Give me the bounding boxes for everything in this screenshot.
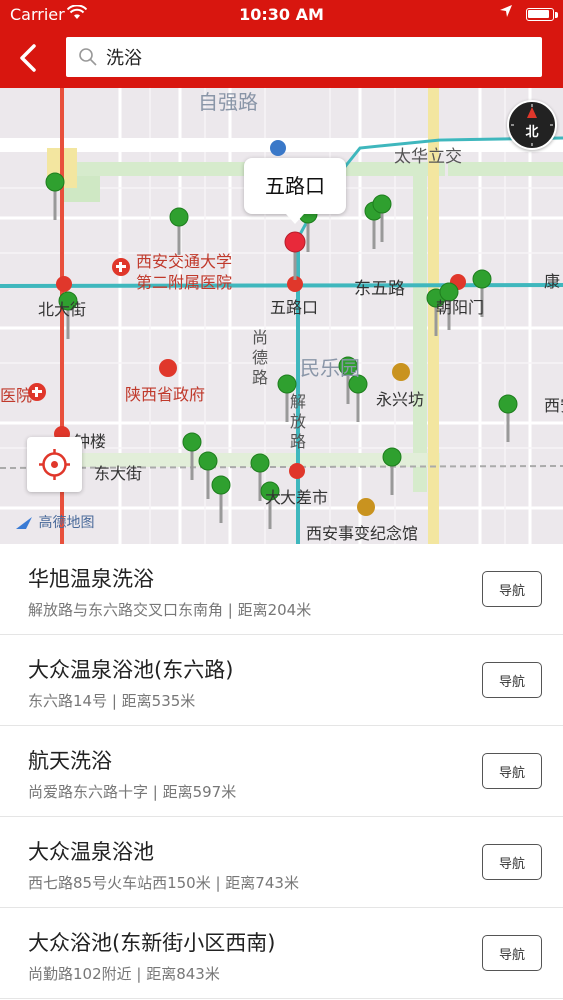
place-detail: 东六路14号 | 距离535米 [28,692,196,710]
navigate-button[interactable]: 导航 [482,571,542,607]
place-name: 大众温泉浴池(东六路) [28,658,234,682]
list-item[interactable]: 大众温泉浴池 西七路85号火车站西150米 | 距离743米 导航 [0,817,563,908]
map-label: 康 [544,272,561,291]
map-label: 民乐园 [300,356,360,380]
pin [198,451,218,499]
place-detail: 西七路85号火车站西150米 | 距离743米 [28,874,299,892]
search-box[interactable] [66,37,542,77]
list-item[interactable]: 大众温泉浴池(东六路) 东六路14号 | 距离535米 导航 [0,635,563,726]
navigate-button[interactable]: 导航 [482,662,542,698]
place-detail: 尚爱路东六路十字 | 距离597米 [28,783,237,801]
pin [211,475,231,523]
map-label: 大 [265,488,282,507]
pin [498,394,518,442]
map-label: 路 [290,432,307,451]
place-name: 大众浴池(东新街小区西南) [28,931,276,955]
locate-me-button[interactable] [27,437,82,492]
list-item[interactable]: 航天洗浴 尚爱路东六路十字 | 距离597米 导航 [0,726,563,817]
map-provider-logo: 高德地图 [14,512,94,532]
map-label: 大差市 [280,488,329,507]
nav-header: Carrier 10:30 AM [0,0,563,88]
map-label: 五路口 [270,298,319,317]
pin [382,447,402,495]
map-label: 西安事变纪念馆 [306,524,419,543]
map-label: 永兴坊 [376,390,425,409]
map-label: 太华立交 [394,147,462,167]
navigate-button[interactable]: 导航 [482,935,542,971]
place-name: 华旭温泉洗浴 [28,567,154,591]
list-item[interactable]: 华旭温泉洗浴 解放路与东六路交叉口东南角 | 距离204米 导航 [0,544,563,635]
amap-logo-icon [16,517,32,529]
map-label: 东大街 [94,464,143,483]
selected-pin [284,231,306,280]
crosshair-icon [39,449,70,480]
status-bar: Carrier 10:30 AM [0,0,563,30]
map-label: 陕西省政府 [125,385,206,404]
map-label: 东五路 [354,279,405,299]
map-provider-name: 高德地图 [38,515,95,531]
place-detail: 尚勤路102附近 | 距离843米 [28,965,220,983]
search-icon [79,48,97,66]
pin [348,374,368,422]
map-label: 路 [252,368,269,387]
compass-button[interactable]: 北 [507,100,557,150]
map-label: 朝阳门 [436,298,485,317]
app-screen: Carrier 10:30 AM 洗浴 自强路 太华立交 西安交通大学 第二附属… [0,0,563,1000]
map-label: 自强路 [198,90,258,114]
navigate-button[interactable]: 导航 [482,844,542,880]
map-label: 西安 [544,396,563,415]
place-detail: 解放路与东六路交叉口东南角 | 距离204米 [28,601,312,619]
back-button[interactable] [8,38,48,78]
chevron-left-icon [20,44,36,72]
search-input[interactable] [106,37,526,77]
place-name: 航天洗浴 [28,749,112,773]
compass-label: 北 [525,125,539,140]
clock: 10:30 AM [239,5,324,24]
results-list: 华旭温泉洗浴 解放路与东六路交叉口东南角 | 距离204米 导航 大众温泉浴池(… [0,544,563,1000]
map-label: 第二附属医院 [136,273,233,292]
map-callout[interactable]: 五路口 [244,158,346,224]
place-name: 大众温泉浴池 [28,840,154,864]
map-view[interactable]: 自强路 太华立交 西安交通大学 第二附属医院 五路口 东五路 北大街 朝阳门 尚… [0,88,563,544]
location-arrow-icon [499,4,513,22]
battery-icon [526,8,554,21]
navigate-button[interactable]: 导航 [482,753,542,789]
list-item[interactable]: 大众浴池(东新街小区西南) 尚勤路102附近 | 距离843米 导航 [0,908,563,999]
map-label: 医院 [0,386,33,405]
map-label: 北大街 [38,300,87,319]
battery-tip [555,12,558,18]
